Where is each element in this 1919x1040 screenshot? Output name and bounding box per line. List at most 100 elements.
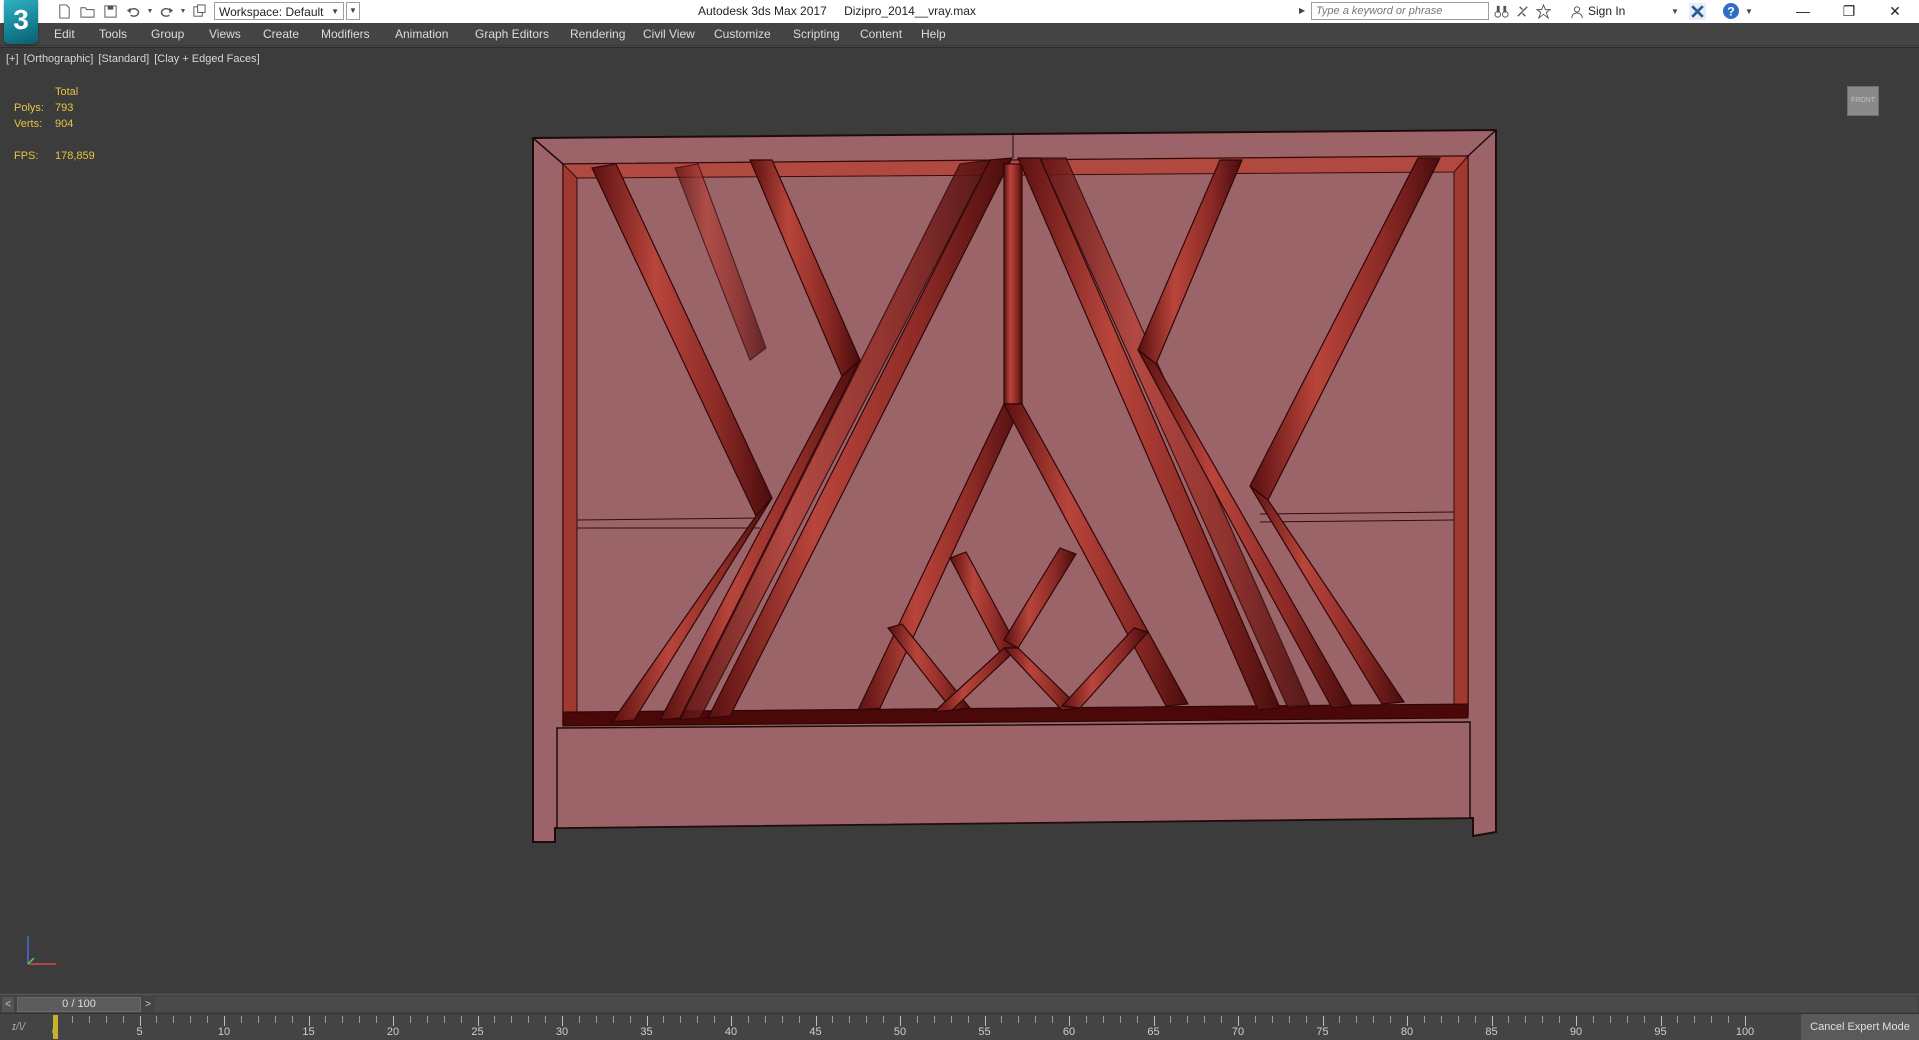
help-icon[interactable]: ? (1722, 2, 1740, 20)
frame-tick (967, 1016, 969, 1023)
menu-scripting[interactable]: Scripting (793, 23, 840, 45)
frame-tick (511, 1016, 513, 1023)
viewport-front[interactable]: [+] [Orthographic] [Standard] [Clay + Ed… (0, 47, 1919, 993)
frame-tick (747, 1016, 749, 1023)
project-folder-icon[interactable] (189, 2, 210, 22)
frame-tick (1119, 1016, 1121, 1023)
frame-tick (663, 1016, 665, 1023)
open-folder-icon[interactable] (77, 2, 98, 22)
app-logo-icon[interactable]: 3 (4, 0, 38, 44)
frame-tick-label: 40 (724, 1026, 738, 1038)
undo-icon[interactable] (123, 2, 144, 22)
viewport-menu-plus[interactable]: [+] (6, 53, 19, 65)
viewport-shading-mode[interactable]: [Clay + Edged Faces] (154, 53, 259, 65)
binoculars-icon[interactable] (1494, 4, 1509, 19)
frame-tick (342, 1016, 344, 1023)
frame-tick (1677, 1016, 1679, 1023)
frame-tick (1153, 1016, 1155, 1026)
app-name: Autodesk 3ds Max 2017 (698, 4, 827, 18)
time-cursor[interactable] (53, 1015, 58, 1039)
frame-tick (443, 1016, 445, 1023)
menu-animation[interactable]: Animation (395, 23, 448, 45)
frame-tick (528, 1016, 530, 1023)
sign-in-dropdown-icon[interactable]: ▼ (1671, 0, 1679, 23)
minimize-button[interactable]: — (1780, 0, 1826, 23)
frame-tick (409, 1016, 411, 1023)
favorites-star-icon[interactable] (1536, 3, 1551, 19)
time-slider[interactable]: 0 / 100 (17, 997, 141, 1012)
frame-tick-label: 95 (1654, 1026, 1667, 1038)
frame-tick (139, 1016, 141, 1026)
frame-tick (1305, 1016, 1307, 1023)
frame-tick (1373, 1016, 1375, 1023)
frame-tick (562, 1016, 563, 1026)
frame-ruler[interactable]: 0510152025303540455055606570758085909510… (52, 1014, 1754, 1040)
frame-tick (224, 1016, 225, 1026)
time-slider-bar: < 0 / 100 > (0, 994, 1919, 1014)
menu-tools[interactable]: Tools (99, 23, 127, 45)
viewcube[interactable]: FRONT (1847, 86, 1879, 116)
frame-tick (291, 1016, 293, 1023)
toolbar-overflow-icon[interactable]: ▼ (346, 2, 360, 20)
frame-tick (494, 1016, 496, 1023)
frame-tick (1626, 1016, 1628, 1023)
time-next-button[interactable]: > (142, 997, 154, 1012)
frame-tick-label: 100 (1735, 1026, 1755, 1038)
verts-label: Verts: (14, 118, 43, 130)
track-bar[interactable]: ɪ/\/ 05101520253035404550556065707580859… (0, 1013, 1919, 1040)
frame-tick-label: 30 (555, 1026, 569, 1038)
undo-dropdown-icon[interactable]: ▼ (146, 8, 154, 15)
time-slider-track[interactable] (154, 997, 1918, 1012)
menu-help[interactable]: Help (921, 23, 946, 45)
frame-tick (595, 1016, 597, 1023)
exchange-x-icon[interactable] (1689, 3, 1706, 20)
menu-edit[interactable]: Edit (54, 23, 75, 45)
menu-create[interactable]: Create (263, 23, 299, 45)
frame-tick (105, 1016, 107, 1023)
frame-tick-label: 45 (809, 1026, 822, 1038)
redo-icon[interactable] (156, 2, 177, 22)
curve-editor-icon[interactable]: ɪ/\/ (12, 1021, 25, 1033)
frame-tick (1018, 1016, 1020, 1023)
menu-views[interactable]: Views (209, 23, 241, 45)
frame-tick (832, 1016, 834, 1023)
search-input[interactable]: Type a keyword or phrase (1311, 2, 1489, 20)
frame-tick (1085, 1016, 1087, 1023)
sign-in-button[interactable]: Sign In (1570, 0, 1625, 23)
frame-tick (612, 1016, 614, 1023)
restore-button[interactable]: ❐ (1826, 0, 1872, 23)
menu-group[interactable]: Group (151, 23, 184, 45)
app-logo-text: 3 (13, 4, 29, 35)
menu-content[interactable]: Content (860, 23, 902, 45)
frame-tick (629, 1016, 631, 1023)
stats-header: Total (55, 86, 79, 98)
frame-tick (798, 1016, 800, 1023)
menu-modifiers[interactable]: Modifiers (321, 23, 370, 45)
menu-graph-editors[interactable]: Graph Editors (475, 23, 549, 45)
frame-tick (1542, 1016, 1544, 1023)
menu-rendering[interactable]: Rendering (570, 23, 625, 45)
menu-bar: Edit Tools Group Views Create Modifiers … (0, 23, 1919, 46)
frame-tick (325, 1016, 327, 1023)
close-button[interactable]: ✕ (1872, 0, 1918, 23)
search-expand-icon[interactable]: ▶ (1299, 2, 1309, 20)
workspace-dropdown[interactable]: Workspace: Default ▼ (214, 2, 344, 20)
time-prev-button[interactable]: < (2, 997, 14, 1012)
menu-customize[interactable]: Customize (714, 23, 771, 45)
frame-tick (849, 1016, 851, 1023)
redo-dropdown-icon[interactable]: ▼ (179, 8, 187, 15)
frame-tick (88, 1016, 90, 1023)
help-dropdown-icon[interactable]: ▼ (1745, 0, 1753, 23)
viewport-shading-standard[interactable]: [Standard] (98, 53, 149, 65)
polys-value: 793 (55, 102, 74, 114)
save-icon[interactable] (100, 2, 121, 22)
headboard-model[interactable] (520, 128, 1500, 1028)
frame-tick (1221, 1016, 1223, 1023)
menu-civil-view[interactable]: Civil View (643, 23, 695, 45)
frame-tick (1559, 1016, 1561, 1023)
new-file-icon[interactable] (54, 2, 75, 22)
frame-tick-label: 55 (978, 1026, 991, 1038)
viewport-pov-label[interactable]: [Orthographic] (24, 53, 94, 65)
cancel-expert-mode-button[interactable]: Cancel Expert Mode (1801, 1014, 1919, 1040)
subscription-icon[interactable] (1515, 4, 1530, 19)
